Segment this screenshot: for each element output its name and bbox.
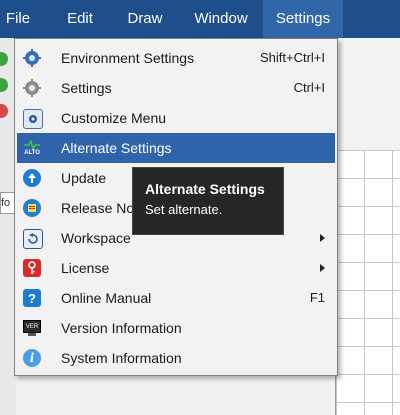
update-globe-icon [23, 169, 41, 187]
menu-item-alternate-settings[interactable]: ALTO Alternate Settings [17, 133, 335, 163]
toolbar-red-icon[interactable] [0, 104, 8, 118]
menu-item-label: Environment Settings [61, 50, 195, 66]
menu-item-label: Update [61, 170, 107, 186]
menu-item-license[interactable]: License [17, 253, 335, 283]
gear-gray-icon [23, 79, 41, 97]
shortcut-text: Shift+Ctrl+I [259, 50, 325, 65]
menu-bar: File Edit Draw Window Settings [0, 0, 400, 38]
customize-menu-icon [23, 109, 43, 129]
menu-item-version-information[interactable]: VER Version Information [17, 313, 335, 343]
info-icon: i [23, 349, 41, 367]
menu-item-settings[interactable]: Settings Ctrl+I [17, 73, 335, 103]
tooltip-title: Alternate Settings [145, 181, 265, 197]
shortcut-text: Ctrl+I [293, 80, 325, 95]
workspace-icon [23, 229, 43, 249]
gear-blue-icon [23, 49, 41, 67]
menu-draw[interactable]: Draw [112, 0, 178, 38]
submenu-arrow-icon [320, 264, 325, 272]
menu-item-label: Settings [61, 80, 112, 96]
shortcut-text: F1 [309, 290, 325, 305]
menu-item-online-manual[interactable]: ? Online Manual F1 [17, 283, 335, 313]
menu-item-system-information[interactable]: i System Information [17, 343, 335, 373]
menu-item-label: License [61, 260, 110, 276]
menu-item-label: Customize Menu [61, 110, 167, 126]
version-icon-text: VER [25, 323, 39, 330]
alto-icon: ALTO [23, 139, 41, 157]
menu-window[interactable]: Window [180, 0, 262, 38]
tooltip: Alternate Settings Set alternate. [132, 167, 284, 235]
menu-item-label: System Information [61, 350, 182, 366]
menu-item-customize-menu[interactable]: Customize Menu [17, 103, 335, 133]
menu-item-label: Online Manual [61, 290, 152, 306]
license-key-icon [23, 259, 41, 277]
menu-file[interactable]: File [0, 0, 36, 38]
menu-item-label: Workspace [61, 230, 131, 246]
release-notes-icon [23, 199, 41, 217]
menu-edit[interactable]: Edit [50, 0, 110, 38]
help-icon: ? [23, 289, 41, 307]
menu-item-label: Release Not [61, 200, 139, 216]
toolbar-green-icon[interactable] [0, 78, 8, 92]
alto-icon-text: ALTO [24, 149, 40, 156]
version-monitor-icon: VER [23, 319, 41, 337]
menu-item-label: Alternate Settings [61, 140, 172, 156]
toolbar-green-icon[interactable] [0, 52, 8, 66]
menu-item-label: Version Information [61, 320, 182, 336]
submenu-arrow-icon [320, 234, 325, 242]
tooltip-body: Set alternate. [145, 202, 223, 217]
menu-settings[interactable]: Settings [263, 0, 343, 38]
menu-item-environment-settings[interactable]: Environment Settings Shift+Ctrl+I [17, 43, 335, 73]
drawing-grid[interactable] [335, 150, 400, 415]
